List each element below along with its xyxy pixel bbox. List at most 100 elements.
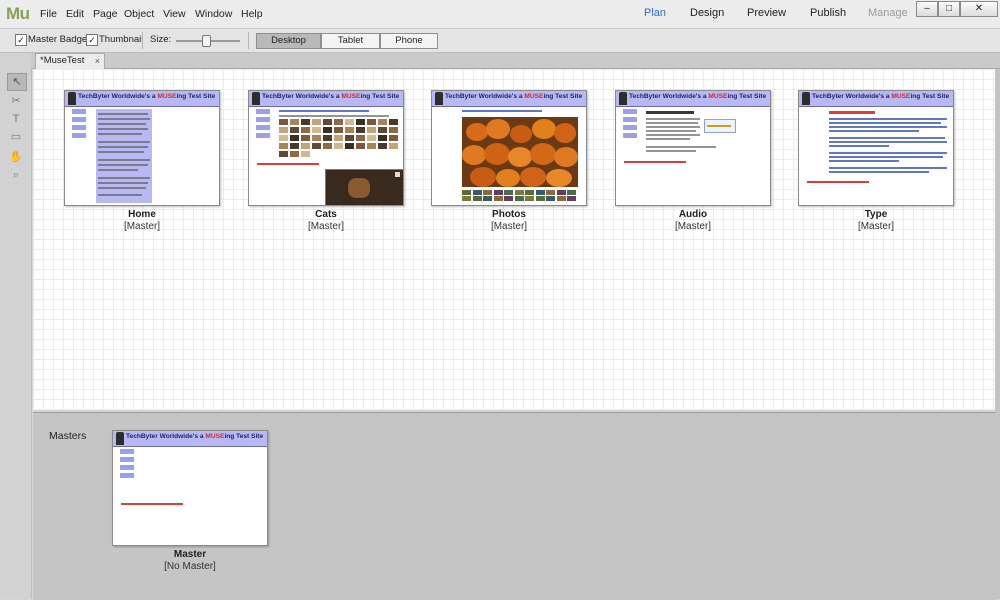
site-header-title: TechByter Worldwide's a MUSEing Test Sit… xyxy=(126,433,264,440)
cat-thumbnail xyxy=(312,135,321,141)
page-card-audio[interactable]: TechByter Worldwide's a MUSEing Test Sit… xyxy=(615,90,771,232)
photo-thumbnail xyxy=(546,196,555,201)
desktop-button[interactable]: Desktop xyxy=(256,33,321,49)
tab-musetest[interactable]: *MuseTest × xyxy=(35,53,105,69)
page-master: [Master] xyxy=(307,221,345,232)
page-name: Home xyxy=(128,209,156,220)
pumpkin-photo xyxy=(462,117,578,187)
page-card-photos[interactable]: TechByter Worldwide's a MUSEing Test Sit… xyxy=(431,90,587,232)
cat-thumbnail xyxy=(378,119,387,125)
page-thumbnail[interactable]: TechByter Worldwide's a MUSEing Test Sit… xyxy=(798,90,954,206)
menu-edit[interactable]: Edit xyxy=(66,8,84,20)
text-tool-icon[interactable]: T xyxy=(7,111,25,127)
master-parent: [No Master] xyxy=(164,561,216,572)
page-card-home[interactable]: TechByter Worldwide's a MUSEing Test Sit… xyxy=(64,90,220,232)
site-header-title: TechByter Worldwide's a MUSEing Test Sit… xyxy=(445,93,583,100)
cat-thumbnail xyxy=(290,135,299,141)
size-slider-thumb[interactable] xyxy=(202,35,211,47)
cat-thumbnail xyxy=(279,135,288,141)
mode-design[interactable]: Design xyxy=(690,7,724,19)
minimize-button[interactable]: – xyxy=(916,1,938,17)
mode-publish[interactable]: Publish xyxy=(810,7,846,19)
menu-view[interactable]: View xyxy=(163,8,186,20)
page-thumbnail[interactable]: TechByter Worldwide's a MUSEing Test Sit… xyxy=(431,90,587,206)
photo-thumbnail xyxy=(525,190,534,195)
cat-thumbnail xyxy=(378,135,387,141)
site-header-title: TechByter Worldwide's a MUSEing Test Sit… xyxy=(78,93,216,100)
site-header-title: TechByter Worldwide's a MUSEing Test Sit… xyxy=(812,93,950,100)
menu-help[interactable]: Help xyxy=(241,8,263,20)
crop-tool-icon[interactable]: ✂ xyxy=(7,93,25,109)
master-badge-label: Master Badge xyxy=(28,34,88,45)
cat-thumbnail xyxy=(356,143,365,149)
zoom-tool-icon[interactable]: ⌕ xyxy=(7,167,25,183)
master-thumbnail[interactable]: TechByter Worldwide's a MUSEing Test Sit… xyxy=(112,430,268,546)
cat-thumbnail xyxy=(279,119,288,125)
phone-button[interactable]: Phone xyxy=(380,33,438,49)
site-logo-icon xyxy=(68,92,76,105)
selection-tool-icon[interactable]: ↖ xyxy=(7,73,27,91)
thumbnail-checkbox[interactable]: ✓ xyxy=(86,34,98,46)
page-card-cats[interactable]: TechByter Worldwide's a MUSEing Test Sit… xyxy=(248,90,404,232)
cat-thumbnail xyxy=(312,127,321,133)
menu-page[interactable]: Page xyxy=(93,8,118,20)
plan-view[interactable]: TechByter Worldwide's a MUSEing Test Sit… xyxy=(33,69,997,410)
mode-preview[interactable]: Preview xyxy=(747,7,786,19)
photo-thumbnail xyxy=(462,190,471,195)
cat-thumbnail xyxy=(345,143,354,149)
tab-close-icon[interactable]: × xyxy=(95,54,100,68)
mode-manage[interactable]: Manage xyxy=(868,7,908,19)
master-card[interactable]: TechByter Worldwide's a MUSEing Test Sit… xyxy=(112,430,268,572)
cat-thumbnail xyxy=(290,119,299,125)
menu-window[interactable]: Window xyxy=(195,8,232,20)
page-card-type[interactable]: TechByter Worldwide's a MUSEing Test Sit… xyxy=(798,90,954,232)
page-thumbnail[interactable]: TechByter Worldwide's a MUSEing Test Sit… xyxy=(615,90,771,206)
audio-player xyxy=(704,119,736,133)
photo-thumbnail xyxy=(514,190,524,195)
cat-thumbnail xyxy=(367,119,376,125)
tools-panel: ↖ ✂ T ▭ ✋ ⌕ xyxy=(0,53,32,599)
cat-thumbnail xyxy=(367,143,376,149)
site-logo-icon xyxy=(252,92,260,105)
cat-thumbnail xyxy=(389,135,398,141)
site-logo-icon xyxy=(435,92,443,105)
close-window-button[interactable]: ✕ xyxy=(960,1,998,17)
photo-thumbnail xyxy=(535,190,545,195)
page-master: [Master] xyxy=(123,221,161,232)
site-header: TechByter Worldwide's a MUSEing Test Sit… xyxy=(249,91,403,107)
vertical-scrollbar[interactable] xyxy=(995,69,1000,599)
rectangle-tool-icon[interactable]: ▭ xyxy=(7,129,25,145)
menu-file[interactable]: File xyxy=(40,8,57,20)
master-badge-checkbox[interactable]: ✓ xyxy=(15,34,27,46)
site-logo-icon xyxy=(802,92,810,105)
page-thumbnail[interactable]: TechByter Worldwide's a MUSEing Test Sit… xyxy=(64,90,220,206)
maximize-button[interactable]: □ xyxy=(938,1,960,17)
cat-thumbnail xyxy=(290,127,299,133)
masters-panel[interactable]: Masters TechByter Worldwide's a MUSEing … xyxy=(33,412,996,600)
cat-thumbnail xyxy=(378,143,387,149)
page-thumbnail[interactable]: TechByter Worldwide's a MUSEing Test Sit… xyxy=(248,90,404,206)
cat-thumbnail xyxy=(312,119,321,125)
photo-thumbnail-strip xyxy=(462,190,578,202)
cat-thumbnail xyxy=(279,143,288,149)
muse-logo: Mu xyxy=(6,4,30,23)
cat-thumbnail xyxy=(301,127,310,133)
site-logo-icon xyxy=(116,432,124,445)
menu-object[interactable]: Object xyxy=(124,8,154,20)
cat-thumbnail xyxy=(279,151,288,157)
tablet-button[interactable]: Tablet xyxy=(321,33,380,49)
mode-plan[interactable]: Plan xyxy=(644,7,666,19)
cat-thumbnail xyxy=(334,143,343,149)
cat-thumbnail xyxy=(345,119,354,125)
page-master: [Master] xyxy=(490,221,528,232)
site-logo-icon xyxy=(619,92,627,105)
size-label: Size: xyxy=(150,34,172,45)
site-header: TechByter Worldwide's a MUSEing Test Sit… xyxy=(799,91,953,107)
site-header: TechByter Worldwide's a MUSEing Test Sit… xyxy=(65,91,219,107)
photo-thumbnail xyxy=(567,196,576,201)
photo-thumbnail xyxy=(472,196,482,201)
site-header-title: TechByter Worldwide's a MUSEing Test Sit… xyxy=(629,93,767,100)
hand-tool-icon[interactable]: ✋ xyxy=(7,149,25,165)
menu-bar: Mu File Edit Page Object View Window Hel… xyxy=(0,0,1000,29)
cat-thumbnail xyxy=(334,135,343,141)
